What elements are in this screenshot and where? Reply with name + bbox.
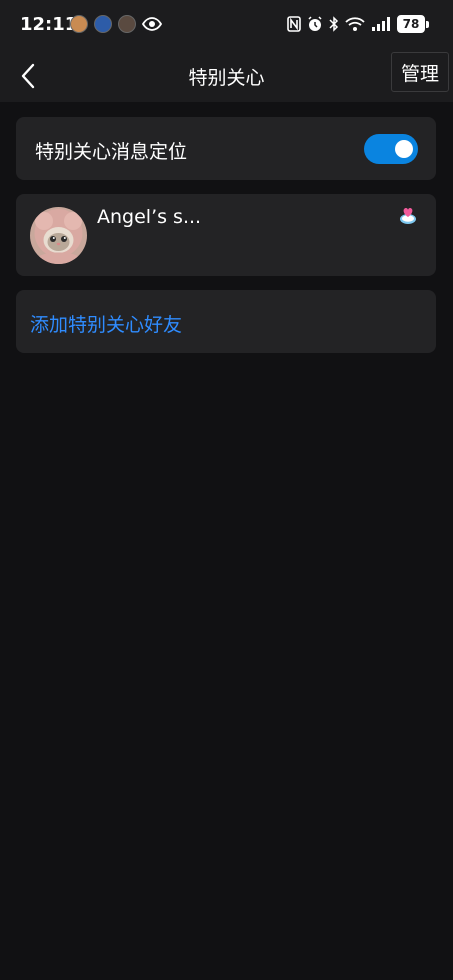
bluetooth-icon: [329, 16, 339, 32]
message-location-label: 特别关心消息定位: [35, 141, 188, 163]
cat-avatar-image: [30, 207, 87, 264]
status-bar: 12:11 78: [0, 0, 453, 50]
alarm-icon: [308, 16, 322, 31]
nfc-icon: [287, 16, 301, 32]
app-notification-icon: [70, 15, 88, 33]
battery-level: 78: [397, 15, 425, 33]
app-notification-icon: [94, 15, 112, 33]
special-care-heart-icon: [400, 208, 416, 224]
eye-icon: [142, 17, 162, 31]
toggle-knob: [395, 140, 413, 158]
nav-bar: 特别关心 管理: [0, 50, 453, 102]
message-location-toggle[interactable]: [364, 134, 418, 164]
app-notification-icon: [118, 15, 136, 33]
status-time: 12:11: [20, 14, 78, 35]
avatar: [30, 207, 87, 264]
friend-name: Angel’s s...: [97, 206, 202, 228]
system-icons: 78: [287, 15, 429, 33]
message-location-setting: 特别关心消息定位: [16, 117, 436, 180]
wifi-icon: [345, 17, 365, 31]
add-special-care-friend-label: 添加特别关心好友: [30, 314, 183, 336]
friend-list-item[interactable]: Angel’s s...: [16, 194, 436, 276]
notification-icons: [70, 15, 162, 33]
page-title: 特别关心: [188, 67, 265, 89]
signal-icon: [372, 17, 390, 31]
battery-icon: 78: [397, 15, 429, 33]
screen: 12:11 78 特别关心 管理 特别关心消息定位 Angel’s s... 添…: [0, 0, 453, 980]
add-special-care-friend-button[interactable]: 添加特别关心好友: [16, 290, 436, 353]
manage-button[interactable]: 管理: [391, 52, 449, 92]
